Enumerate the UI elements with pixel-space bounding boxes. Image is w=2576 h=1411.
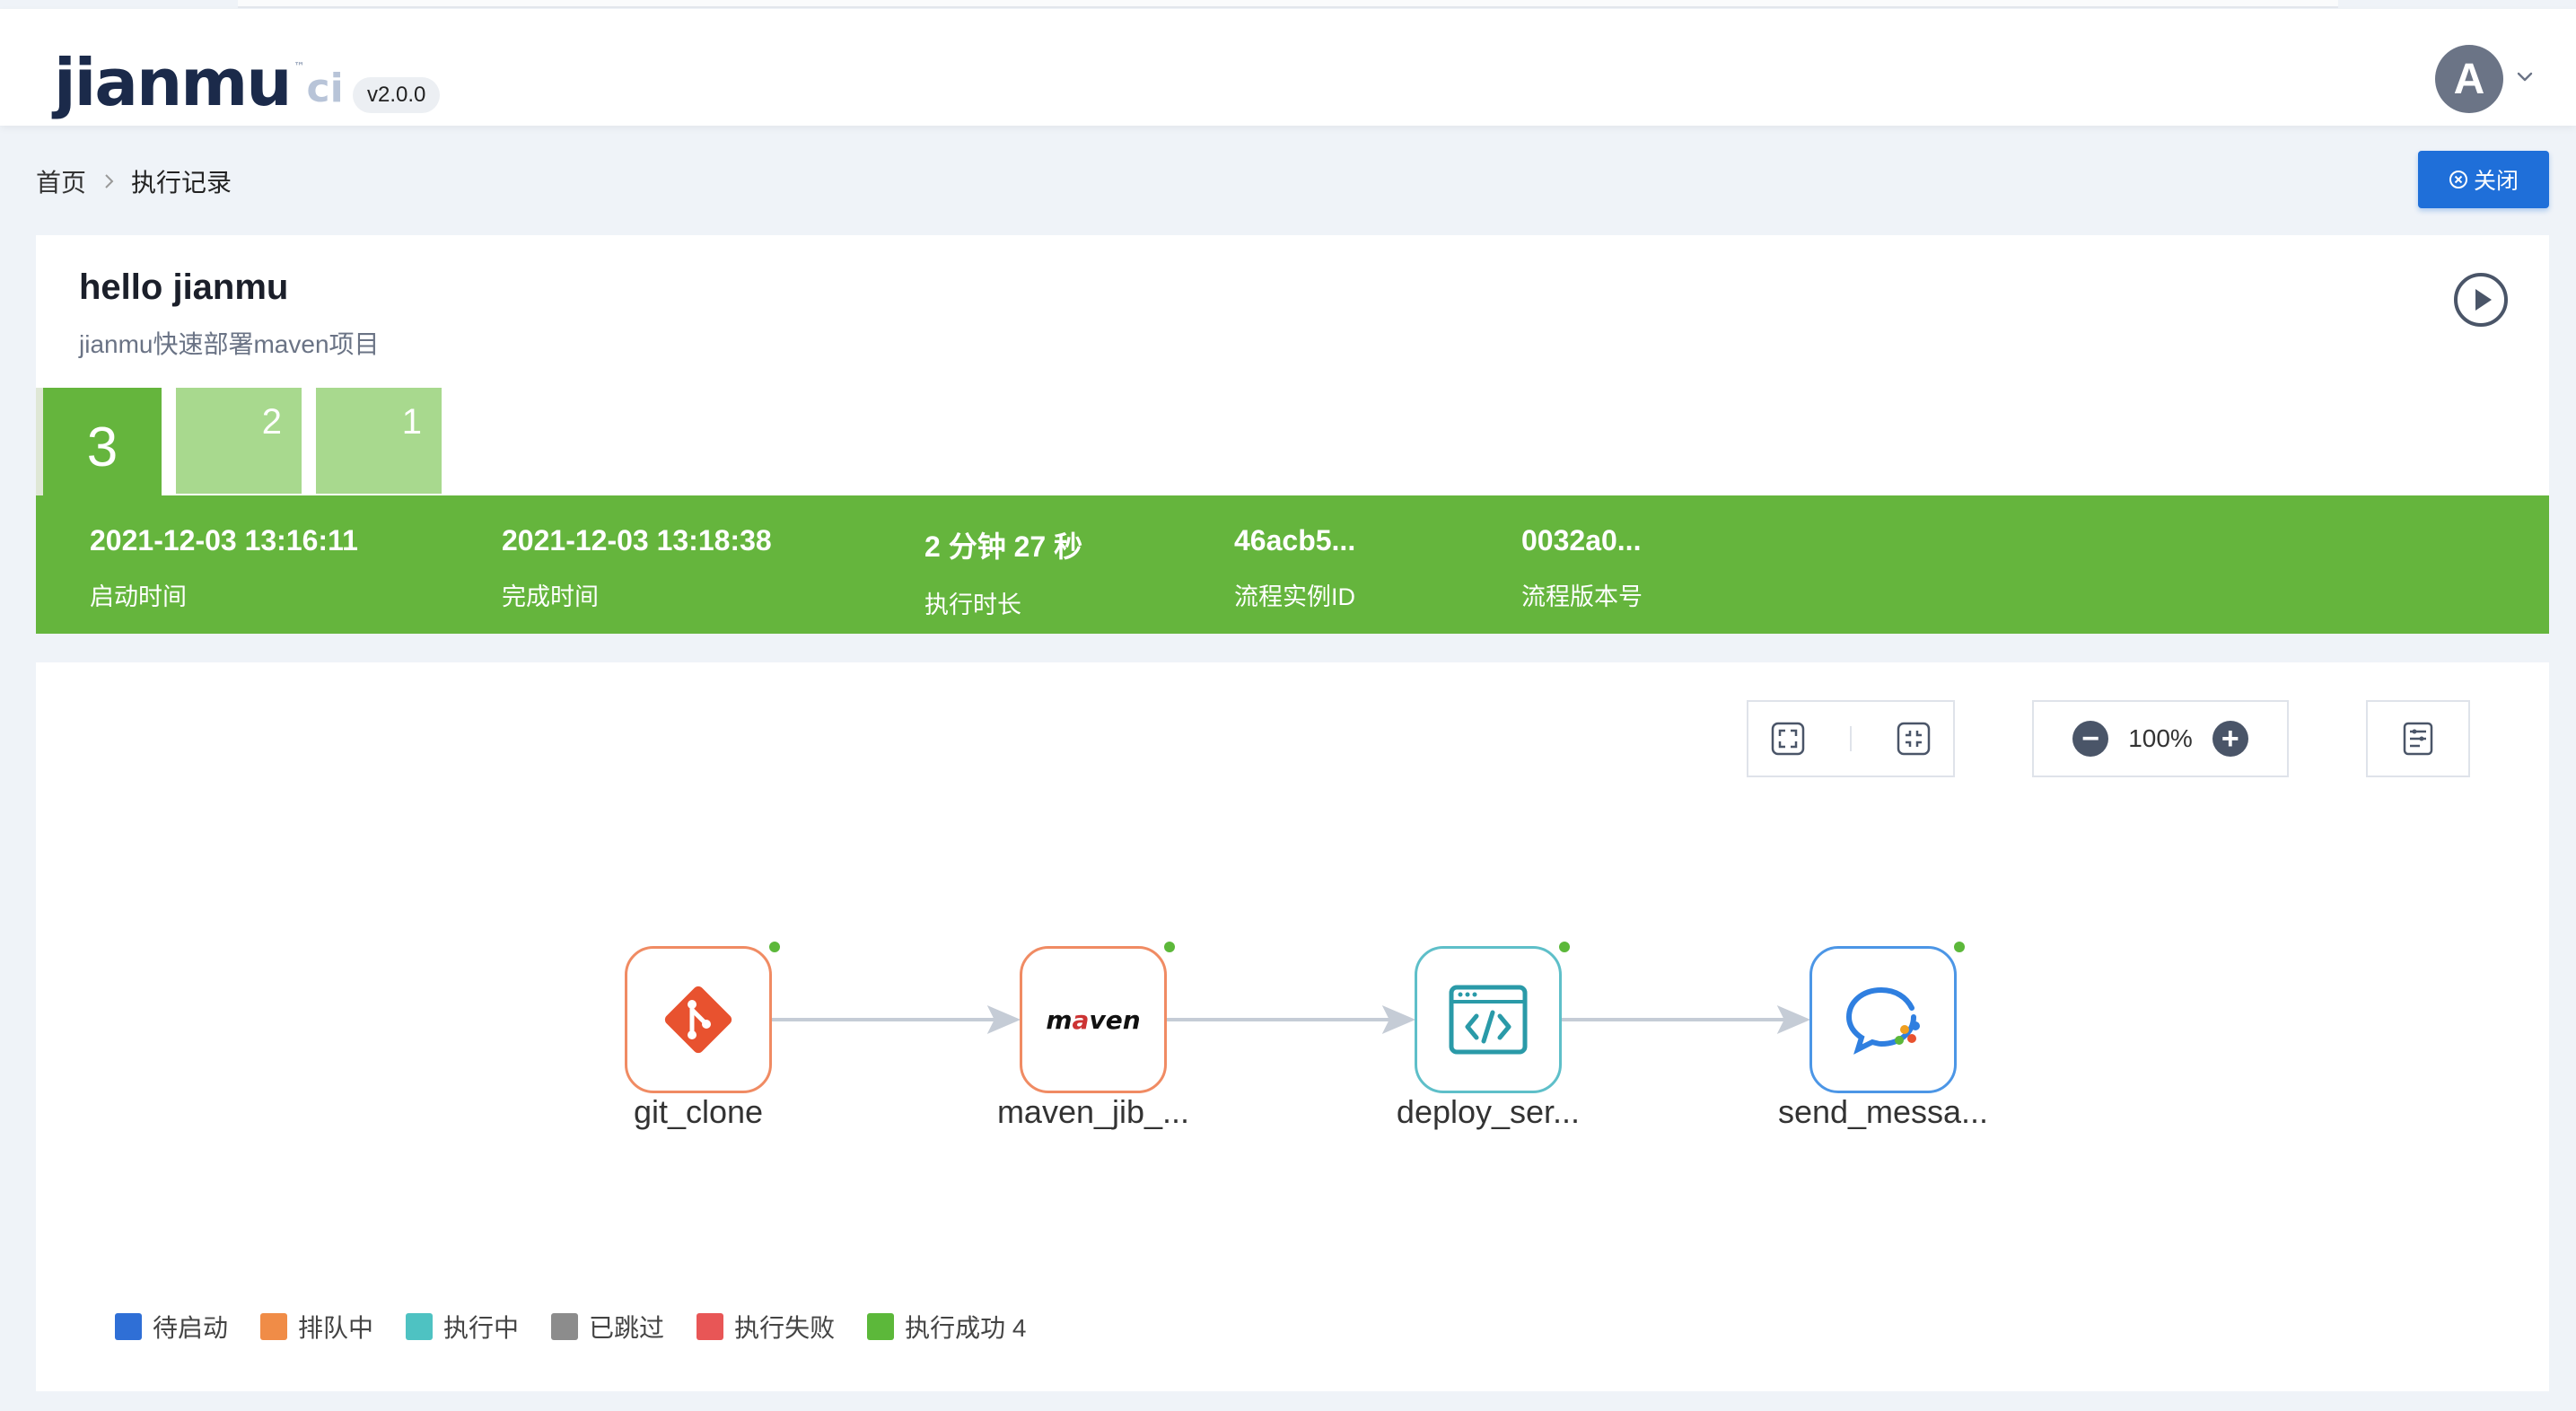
record-tab[interactable]: 2 <box>176 388 302 494</box>
record-tab-label: 1 <box>401 402 422 442</box>
play-icon[interactable] <box>2452 271 2510 329</box>
logo-suffix: ™ ci <box>294 60 344 111</box>
node-label: git_clone <box>633 1093 764 1130</box>
chat-icon <box>1845 987 1920 1055</box>
legend-swatch <box>115 1313 142 1340</box>
instance-id-block: 46acb5... 流程实例ID <box>1234 524 1355 612</box>
record-tab-label: 2 <box>261 402 282 442</box>
legend-item: 执行中 <box>406 1309 519 1345</box>
close-button-label: 关闭 <box>2473 169 2519 194</box>
close-circle-icon <box>2449 171 2467 188</box>
duration-label: 执行时长 <box>924 592 1021 618</box>
start-time-label: 启动时间 <box>90 583 187 610</box>
status-dot <box>1954 942 1965 952</box>
version-id-value[interactable]: 0032a0... <box>1521 524 1643 557</box>
workflow-description: jianmu快速部署maven项目 <box>79 330 380 358</box>
top-header: jianmu ™ ci v2.0.0 A <box>0 9 2576 126</box>
node-maven[interactable]: maven <box>1020 942 1175 1093</box>
node-git-clone[interactable] <box>625 942 780 1093</box>
node-deploy[interactable] <box>1415 942 1570 1093</box>
status-dot <box>1164 942 1175 952</box>
legend-swatch <box>867 1313 895 1340</box>
instance-id-value[interactable]: 46acb5... <box>1234 524 1355 557</box>
legend-swatch <box>551 1313 579 1340</box>
end-time-value: 2021-12-03 13:18:38 <box>502 524 772 557</box>
version-id-block: 0032a0... 流程版本号 <box>1521 524 1643 612</box>
close-button[interactable]: 关闭 <box>2418 151 2549 208</box>
node-label: send_messa... <box>1777 1093 1989 1130</box>
legend-label: 执行失败 <box>734 1314 836 1342</box>
execution-info-bar: 2021-12-03 13:16:11 启动时间 2021-12-03 13:1… <box>36 495 2549 634</box>
instance-id-label: 流程实例ID <box>1234 583 1355 610</box>
dag-panel: − 100% + git_clone maven maven_jib_... d… <box>36 662 2549 1391</box>
chevron-down-icon[interactable] <box>2513 65 2537 88</box>
workflow-title: hello jianmu <box>79 267 289 307</box>
legend-label: 执行中 <box>443 1314 520 1342</box>
node-label: maven_jib_... <box>996 1093 1190 1130</box>
legend-swatch <box>406 1313 434 1340</box>
maven-icon: maven <box>1046 1004 1141 1035</box>
status-legend: 待启动 排队中 执行中 已跳过 执行失败 执行成功 4 <box>115 1309 1058 1345</box>
logo-text: jianmu <box>54 45 292 120</box>
breadcrumb-current: 执行记录 <box>131 169 232 197</box>
end-time-block: 2021-12-03 13:18:38 完成时间 <box>502 524 772 612</box>
breadcrumb: 首页 执行记录 <box>36 163 232 199</box>
dag-edges <box>772 1005 1811 1034</box>
legend-item: 执行失败 <box>697 1309 835 1345</box>
jianmu-logo[interactable]: jianmu ™ ci <box>54 43 344 115</box>
legend-item: 待启动 <box>115 1309 228 1345</box>
version-id-label: 流程版本号 <box>1521 583 1643 610</box>
breadcrumb-home[interactable]: 首页 <box>36 163 86 199</box>
duration-block: 2 分钟 27 秒 执行时长 <box>924 524 1082 620</box>
legend-label: 执行成功 4 <box>905 1314 1027 1342</box>
node-label: deploy_ser... <box>1396 1093 1581 1130</box>
user-avatar[interactable]: A <box>2435 45 2503 113</box>
git-icon <box>664 986 732 1054</box>
legend-label: 待启动 <box>153 1314 229 1342</box>
legend-swatch <box>697 1313 724 1340</box>
chevron-right-icon <box>105 174 114 188</box>
status-dot <box>769 942 780 952</box>
legend-label: 排队中 <box>298 1314 374 1342</box>
start-time-value: 2021-12-03 13:16:11 <box>90 524 358 557</box>
legend-swatch <box>260 1313 288 1340</box>
code-window-icon <box>1449 985 1528 1055</box>
status-dot <box>1559 942 1570 952</box>
legend-item: 排队中 <box>260 1309 373 1345</box>
legend-item: 执行成功 4 <box>867 1309 1026 1345</box>
start-time-block: 2021-12-03 13:16:11 启动时间 <box>90 524 358 612</box>
workflow-card: hello jianmu jianmu快速部署maven项目 3 2 1 202… <box>36 235 2549 634</box>
record-tab[interactable]: 1 <box>316 388 442 494</box>
end-time-label: 完成时间 <box>502 583 599 610</box>
record-tab-label: 3 <box>86 416 118 478</box>
legend-item: 已跳过 <box>551 1309 664 1345</box>
node-send-message[interactable] <box>1809 942 1965 1093</box>
duration-value: 2 分钟 27 秒 <box>924 530 1083 563</box>
browser-top-strip <box>238 0 2338 8</box>
legend-label: 已跳过 <box>589 1314 665 1342</box>
record-tab-active[interactable]: 3 <box>36 388 162 506</box>
version-badge: v2.0.0 <box>353 77 441 113</box>
